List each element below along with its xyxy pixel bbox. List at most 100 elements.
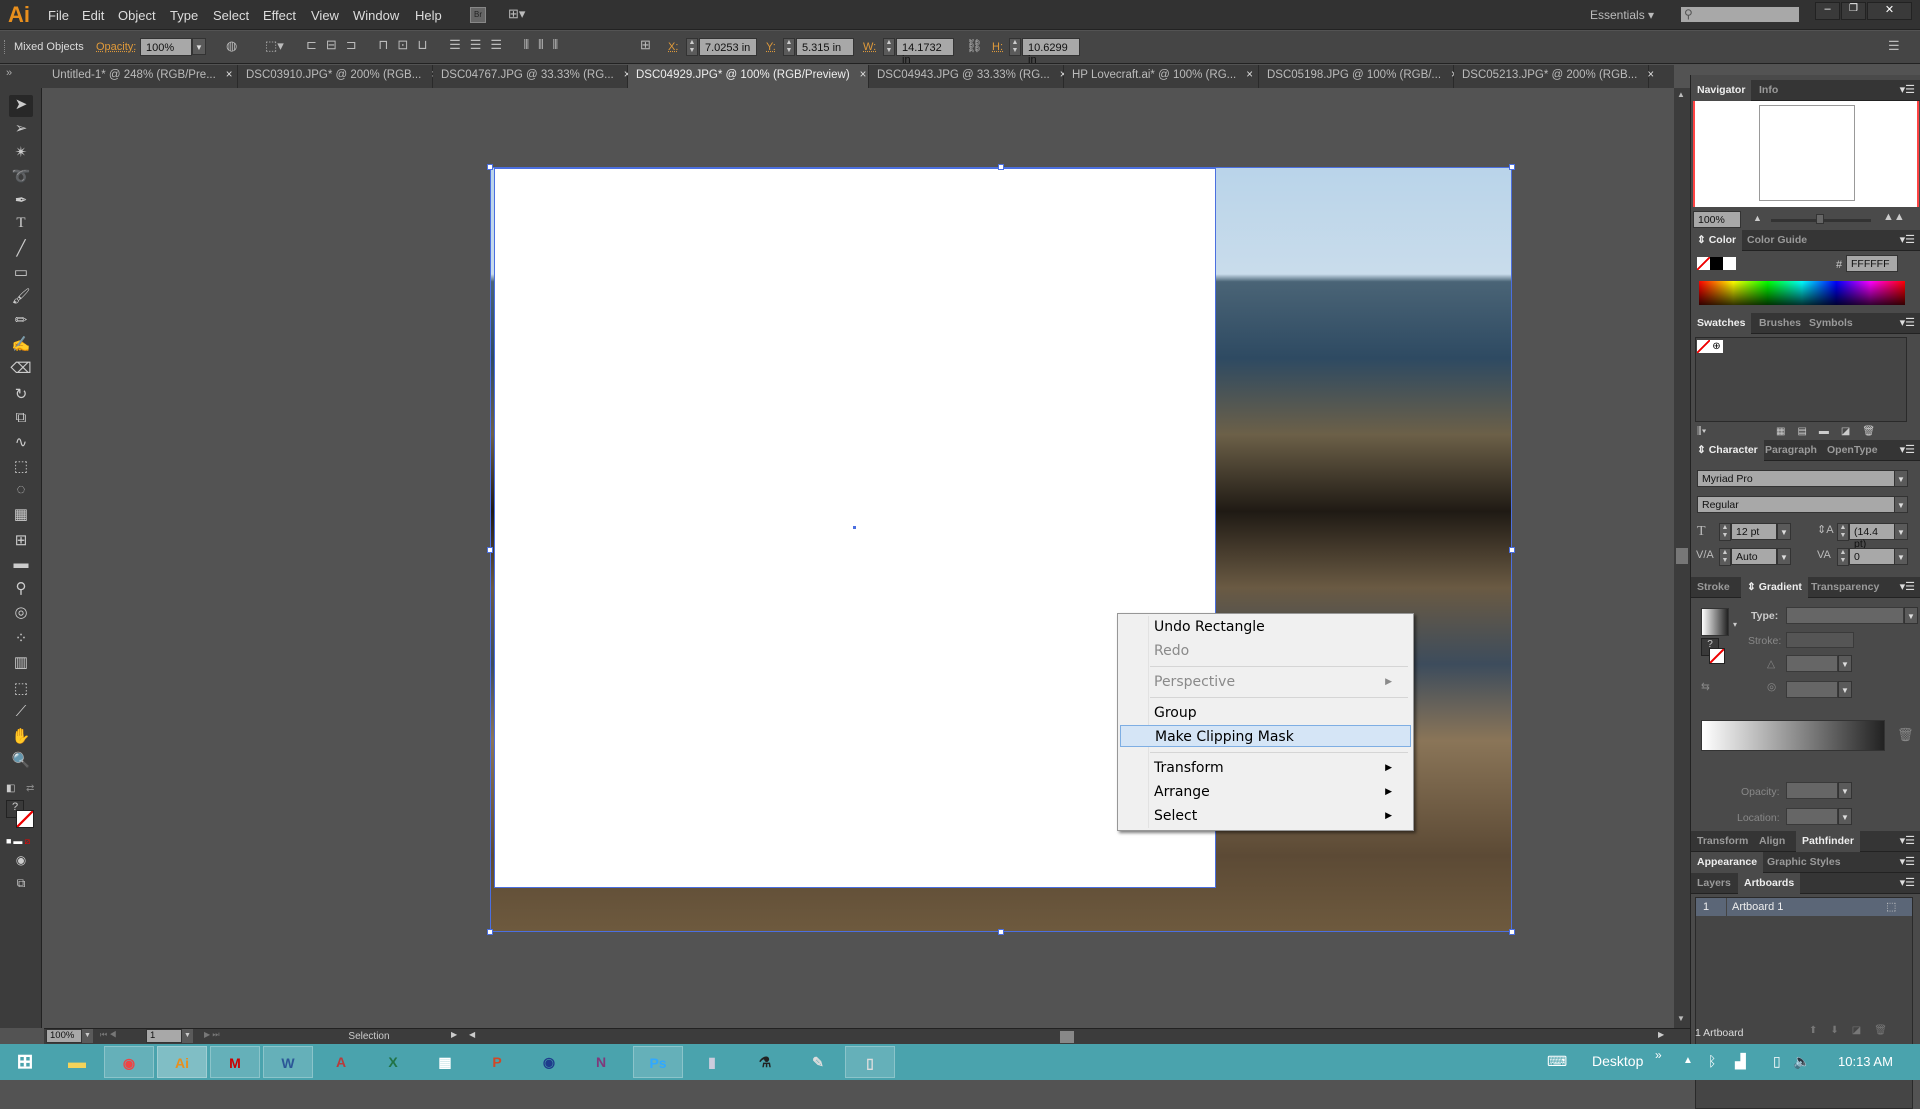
gradient-type-dropdown[interactable]: ▼ bbox=[1904, 607, 1918, 624]
tab-appearance[interactable]: Appearance bbox=[1691, 852, 1764, 873]
type-tool-icon[interactable]: T bbox=[9, 215, 33, 237]
clock[interactable]: 10:13 AM bbox=[1838, 1054, 1893, 1069]
artboard-number-dropdown[interactable]: ▼ bbox=[182, 1029, 193, 1043]
menu-edit[interactable]: Edit bbox=[82, 8, 104, 23]
tab-brushes[interactable]: Brushes bbox=[1753, 313, 1807, 334]
panel-menu-icon[interactable]: ▾☰ bbox=[1900, 316, 1915, 329]
w-input[interactable]: 14.1732 in bbox=[896, 38, 954, 66]
arrange-documents-icon[interactable]: ⊞▾ bbox=[508, 6, 525, 22]
resize-handle[interactable] bbox=[998, 929, 1004, 935]
font-size-input[interactable]: 12 pt bbox=[1731, 523, 1777, 540]
swatch-libraries-icon[interactable]: ⫼▾ bbox=[1697, 426, 1706, 437]
vertical-scrollbar[interactable]: ▲ ▼ bbox=[1674, 88, 1690, 1028]
menu-item-group[interactable]: Group bbox=[1154, 702, 1404, 724]
shape-builder-tool-icon[interactable]: ◌ bbox=[9, 481, 33, 503]
mesh-tool-icon[interactable]: ⊞ bbox=[9, 531, 33, 553]
tab-dsc03910[interactable]: DSC03910.JPG* @ 200% (RGB...× bbox=[238, 65, 438, 88]
microscope-icon[interactable]: ⚗ bbox=[740, 1046, 790, 1078]
tab-gradient[interactable]: ⇕ Gradient bbox=[1741, 577, 1808, 598]
swatch-none[interactable] bbox=[1697, 340, 1710, 353]
mendeley-icon[interactable]: M bbox=[210, 1046, 260, 1078]
horizontal-scroll-thumb[interactable] bbox=[1060, 1031, 1074, 1043]
tab-opentype[interactable]: OpenType bbox=[1821, 440, 1884, 461]
start-button[interactable]: ⊞ bbox=[0, 1046, 50, 1078]
leading-dropdown[interactable]: ▼ bbox=[1894, 523, 1908, 540]
word-icon[interactable]: W bbox=[263, 1046, 313, 1078]
tab-character[interactable]: ⇕ Character bbox=[1691, 440, 1764, 461]
font-size-dropdown[interactable]: ▼ bbox=[1777, 523, 1791, 540]
resize-handle[interactable] bbox=[487, 929, 493, 935]
zoom-slider-thumb[interactable] bbox=[1816, 214, 1824, 224]
tab-dsc04929[interactable]: DSC04929.JPG* @ 100% (RGB/Preview) × bbox=[628, 65, 869, 88]
constrain-proportions-icon[interactable]: ⛓ bbox=[966, 38, 983, 54]
swatch-registration[interactable]: ⊕ bbox=[1710, 340, 1723, 353]
tab-info[interactable]: Info bbox=[1753, 80, 1784, 101]
rectangle-tool-icon[interactable]: ▭ bbox=[9, 263, 33, 285]
panel-menu-icon[interactable]: ▾☰ bbox=[1900, 834, 1915, 847]
color-mode-buttons[interactable]: ■▬⧄ bbox=[6, 836, 32, 847]
keyboard-icon[interactable]: ⌨ bbox=[1547, 1053, 1567, 1070]
tab-dsc04943[interactable]: DSC04943.JPG @ 33.33% (RG...× bbox=[869, 65, 1066, 88]
illustrator-icon[interactable]: Ai bbox=[157, 1046, 207, 1078]
screen-mode-icon[interactable]: ⧉ bbox=[9, 876, 33, 898]
scroll-up-icon[interactable]: ▲ bbox=[1677, 90, 1685, 99]
tab-navigator[interactable]: Navigator bbox=[1691, 80, 1752, 101]
pencil-tool-icon[interactable]: ✏ bbox=[9, 311, 33, 333]
desktop-toolbar-label[interactable]: Desktop bbox=[1592, 1053, 1643, 1069]
menu-effect[interactable]: Effect bbox=[263, 8, 296, 23]
slice-tool-icon[interactable]: ⟋ bbox=[9, 703, 33, 725]
navigator-view-box[interactable] bbox=[1759, 105, 1855, 201]
panel-menu-icon[interactable]: ▾☰ bbox=[1900, 83, 1915, 96]
navigator-preview[interactable] bbox=[1693, 101, 1919, 207]
tab-dsc05198[interactable]: DSC05198.JPG @ 100% (RGB/...× bbox=[1259, 65, 1458, 88]
close-tab-icon[interactable]: × bbox=[226, 69, 233, 81]
onenote-icon[interactable]: N bbox=[576, 1046, 626, 1078]
swap-fill-stroke-icon[interactable]: ⇄ bbox=[26, 783, 34, 794]
artboard-options-icon[interactable]: ⬚ bbox=[1886, 900, 1896, 913]
tab-transparency[interactable]: Transparency bbox=[1805, 577, 1885, 598]
resize-handle[interactable] bbox=[1509, 547, 1515, 553]
menu-item-transform[interactable]: Transform ▶ bbox=[1154, 757, 1404, 779]
h-stepper[interactable]: ▲ ▼ bbox=[1009, 38, 1021, 56]
font-style-dropdown[interactable]: ▼ bbox=[1894, 496, 1908, 513]
rotate-tool-icon[interactable]: ↻ bbox=[9, 385, 33, 407]
tab-swatches[interactable]: Swatches bbox=[1691, 313, 1752, 334]
tab-hp-lovecraft[interactable]: HP Lovecraft.ai* @ 100% (RG... × bbox=[1064, 65, 1259, 88]
panel-menu-icon[interactable]: ▾☰ bbox=[1900, 443, 1915, 456]
menu-file[interactable]: File bbox=[48, 8, 69, 23]
tab-stroke[interactable]: Stroke bbox=[1691, 577, 1736, 598]
swatch-footer-buttons[interactable]: ▦▤▬◪🗑 bbox=[1776, 426, 1887, 437]
stroke-swatch[interactable] bbox=[16, 810, 34, 828]
white-swatch[interactable] bbox=[1723, 257, 1736, 270]
tab-artboards[interactable]: Artboards bbox=[1738, 873, 1801, 894]
column-graph-tool-icon[interactable]: ▥ bbox=[9, 653, 33, 675]
minimize-button[interactable]: – bbox=[1815, 2, 1840, 20]
recolor-artwork-icon[interactable]: ◍ bbox=[226, 38, 237, 54]
resize-handle[interactable] bbox=[487, 547, 493, 553]
black-swatch[interactable] bbox=[1710, 257, 1723, 270]
resize-handle[interactable] bbox=[1509, 164, 1515, 170]
align-to-selection-icon[interactable]: ⬚▾ bbox=[265, 38, 284, 54]
kerning-input[interactable]: Auto bbox=[1731, 548, 1777, 565]
search-input[interactable]: ⚲ bbox=[1680, 6, 1800, 23]
scroll-down-icon[interactable]: ▼ bbox=[1677, 1014, 1685, 1023]
font-size-stepper[interactable]: ▲ ▼ bbox=[1719, 523, 1731, 541]
free-transform-tool-icon[interactable]: ⬚ bbox=[9, 457, 33, 479]
menu-item-undo-rectangle[interactable]: Undo Rectangle bbox=[1154, 616, 1404, 638]
default-fill-stroke-icon[interactable]: ◧ bbox=[6, 783, 15, 794]
x-stepper[interactable]: ▲ ▼ bbox=[686, 38, 698, 56]
menu-item-select[interactable]: Select ▶ bbox=[1154, 805, 1404, 827]
swatches-list[interactable]: ⊕ bbox=[1695, 337, 1907, 422]
zoom-tool-icon[interactable]: 🔍 bbox=[9, 751, 33, 773]
tab-untitled-1[interactable]: Untitled-1* @ 248% (RGB/Pre... × bbox=[44, 65, 238, 88]
gradient-tool-icon[interactable]: ▬ bbox=[9, 555, 33, 577]
status-zoom-input[interactable]: 100% bbox=[46, 1029, 82, 1043]
collapse-toolbar-icon[interactable]: » bbox=[0, 65, 44, 88]
lasso-tool-icon[interactable]: ➰ bbox=[9, 167, 33, 189]
resize-handle[interactable] bbox=[487, 164, 493, 170]
eraser-tool-icon[interactable]: ⌫ bbox=[9, 359, 33, 381]
menu-help[interactable]: Help bbox=[415, 8, 442, 23]
gradient-swatch-dropdown-icon[interactable]: ▾ bbox=[1733, 620, 1737, 629]
color-spectrum[interactable] bbox=[1699, 281, 1905, 305]
font-family-select[interactable]: Myriad Pro bbox=[1697, 470, 1895, 487]
